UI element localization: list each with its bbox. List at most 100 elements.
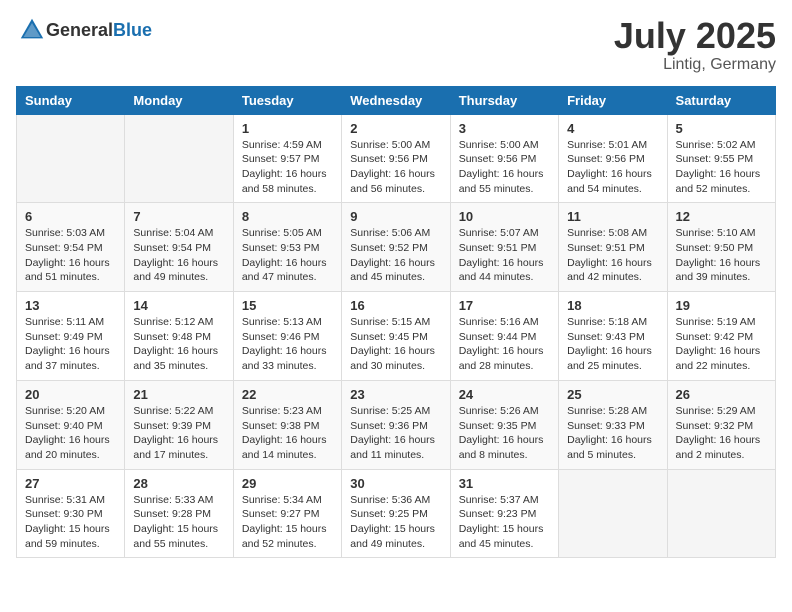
calendar-week-2: 6 Sunrise: 5:03 AM Sunset: 9:54 PM Daylig… <box>17 203 776 292</box>
calendar-cell: 5 Sunrise: 5:02 AM Sunset: 9:55 PM Daylig… <box>667 114 775 203</box>
day-number: 27 <box>25 476 116 491</box>
logo-general-text: General <box>46 20 113 40</box>
day-info: Sunrise: 5:07 AM Sunset: 9:51 PM Dayligh… <box>459 226 550 285</box>
day-number: 15 <box>242 298 333 313</box>
calendar-cell: 17 Sunrise: 5:16 AM Sunset: 9:44 PM Dayli… <box>450 292 558 381</box>
day-info: Sunrise: 5:00 AM Sunset: 9:56 PM Dayligh… <box>459 138 550 197</box>
day-number: 21 <box>133 387 224 402</box>
day-number: 14 <box>133 298 224 313</box>
weekday-header-wednesday: Wednesday <box>342 86 450 114</box>
calendar-cell: 6 Sunrise: 5:03 AM Sunset: 9:54 PM Daylig… <box>17 203 125 292</box>
title-area: July 2025 Lintig, Germany <box>614 16 776 74</box>
calendar-week-4: 20Sunrise: 5:20 AM Sunset: 9:40 PM Dayli… <box>17 380 776 469</box>
day-number: 10 <box>459 209 550 224</box>
day-info: Sunrise: 5:29 AM Sunset: 9:32 PM Dayligh… <box>676 404 767 463</box>
calendar-cell: 27 Sunrise: 5:31 AM Sunset: 9:30 PM Dayli… <box>17 469 125 558</box>
day-info: Sunrise: 5:00 AM Sunset: 9:56 PM Dayligh… <box>350 138 441 197</box>
day-info: Sunrise: 5:19 AM Sunset: 9:42 PM Dayligh… <box>676 315 767 374</box>
calendar-cell: 7Sunrise: 5:04 AM Sunset: 9:54 PM Daylig… <box>125 203 233 292</box>
logo-blue-text: Blue <box>113 20 152 40</box>
weekday-header-sunday: Sunday <box>17 86 125 114</box>
day-info: Sunrise: 5:15 AM Sunset: 9:45 PM Dayligh… <box>350 315 441 374</box>
day-info: Sunrise: 5:04 AM Sunset: 9:54 PM Dayligh… <box>133 226 224 285</box>
day-info: Sunrise: 5:28 AM Sunset: 9:33 PM Dayligh… <box>567 404 658 463</box>
calendar-cell: 2 Sunrise: 5:00 AM Sunset: 9:56 PM Daylig… <box>342 114 450 203</box>
day-info: Sunrise: 5:36 AM Sunset: 9:25 PM Dayligh… <box>350 493 441 552</box>
day-info: Sunrise: 5:08 AM Sunset: 9:51 PM Dayligh… <box>567 226 658 285</box>
weekday-header-monday: Monday <box>125 86 233 114</box>
calendar-week-5: 27 Sunrise: 5:31 AM Sunset: 9:30 PM Dayli… <box>17 469 776 558</box>
calendar-cell: 1 Sunrise: 4:59 AM Sunset: 9:57 PM Daylig… <box>233 114 341 203</box>
day-info: Sunrise: 5:25 AM Sunset: 9:36 PM Dayligh… <box>350 404 441 463</box>
day-number: 31 <box>459 476 550 491</box>
calendar-cell: 29Sunrise: 5:34 AM Sunset: 9:27 PM Dayli… <box>233 469 341 558</box>
calendar-cell: 22 Sunrise: 5:23 AM Sunset: 9:38 PM Dayli… <box>233 380 341 469</box>
calendar-cell: 16 Sunrise: 5:15 AM Sunset: 9:45 PM Dayli… <box>342 292 450 381</box>
calendar-cell: 9 Sunrise: 5:06 AM Sunset: 9:52 PM Daylig… <box>342 203 450 292</box>
day-info: Sunrise: 5:23 AM Sunset: 9:38 PM Dayligh… <box>242 404 333 463</box>
calendar-week-3: 13Sunrise: 5:11 AM Sunset: 9:49 PM Dayli… <box>17 292 776 381</box>
day-info: Sunrise: 4:59 AM Sunset: 9:57 PM Dayligh… <box>242 138 333 197</box>
day-info: Sunrise: 5:31 AM Sunset: 9:30 PM Dayligh… <box>25 493 116 552</box>
day-number: 4 <box>567 121 658 136</box>
day-info: Sunrise: 5:02 AM Sunset: 9:55 PM Dayligh… <box>676 138 767 197</box>
day-number: 23 <box>350 387 441 402</box>
day-info: Sunrise: 5:13 AM Sunset: 9:46 PM Dayligh… <box>242 315 333 374</box>
calendar-cell: 13Sunrise: 5:11 AM Sunset: 9:49 PM Dayli… <box>17 292 125 381</box>
day-number: 28 <box>133 476 224 491</box>
day-number: 25 <box>567 387 658 402</box>
calendar-cell <box>17 114 125 203</box>
calendar-cell: 20Sunrise: 5:20 AM Sunset: 9:40 PM Dayli… <box>17 380 125 469</box>
day-info: Sunrise: 5:01 AM Sunset: 9:56 PM Dayligh… <box>567 138 658 197</box>
day-info: Sunrise: 5:10 AM Sunset: 9:50 PM Dayligh… <box>676 226 767 285</box>
logo-icon <box>18 16 46 44</box>
day-number: 3 <box>459 121 550 136</box>
day-info: Sunrise: 5:11 AM Sunset: 9:49 PM Dayligh… <box>25 315 116 374</box>
month-title: July 2025 <box>614 16 776 56</box>
day-info: Sunrise: 5:33 AM Sunset: 9:28 PM Dayligh… <box>133 493 224 552</box>
day-number: 22 <box>242 387 333 402</box>
calendar-cell: 3 Sunrise: 5:00 AM Sunset: 9:56 PM Daylig… <box>450 114 558 203</box>
day-number: 29 <box>242 476 333 491</box>
day-info: Sunrise: 5:16 AM Sunset: 9:44 PM Dayligh… <box>459 315 550 374</box>
calendar-week-1: 1 Sunrise: 4:59 AM Sunset: 9:57 PM Daylig… <box>17 114 776 203</box>
day-number: 19 <box>676 298 767 313</box>
day-info: Sunrise: 5:03 AM Sunset: 9:54 PM Dayligh… <box>25 226 116 285</box>
calendar-cell: 10 Sunrise: 5:07 AM Sunset: 9:51 PM Dayli… <box>450 203 558 292</box>
day-number: 2 <box>350 121 441 136</box>
calendar-cell: 8Sunrise: 5:05 AM Sunset: 9:53 PM Daylig… <box>233 203 341 292</box>
calendar-cell: 25 Sunrise: 5:28 AM Sunset: 9:33 PM Dayli… <box>559 380 667 469</box>
calendar-cell: 14Sunrise: 5:12 AM Sunset: 9:48 PM Dayli… <box>125 292 233 381</box>
location: Lintig, Germany <box>614 56 776 74</box>
day-info: Sunrise: 5:22 AM Sunset: 9:39 PM Dayligh… <box>133 404 224 463</box>
day-number: 17 <box>459 298 550 313</box>
day-number: 18 <box>567 298 658 313</box>
calendar-header-row: SundayMondayTuesdayWednesdayThursdayFrid… <box>17 86 776 114</box>
calendar-cell: 24Sunrise: 5:26 AM Sunset: 9:35 PM Dayli… <box>450 380 558 469</box>
calendar-cell: 26 Sunrise: 5:29 AM Sunset: 9:32 PM Dayli… <box>667 380 775 469</box>
calendar-cell: 11 Sunrise: 5:08 AM Sunset: 9:51 PM Dayli… <box>559 203 667 292</box>
day-number: 26 <box>676 387 767 402</box>
day-number: 12 <box>676 209 767 224</box>
calendar-cell: 31Sunrise: 5:37 AM Sunset: 9:23 PM Dayli… <box>450 469 558 558</box>
day-info: Sunrise: 5:06 AM Sunset: 9:52 PM Dayligh… <box>350 226 441 285</box>
day-number: 11 <box>567 209 658 224</box>
day-number: 1 <box>242 121 333 136</box>
calendar-cell: 30Sunrise: 5:36 AM Sunset: 9:25 PM Dayli… <box>342 469 450 558</box>
calendar-cell: 23 Sunrise: 5:25 AM Sunset: 9:36 PM Dayli… <box>342 380 450 469</box>
day-number: 8 <box>242 209 333 224</box>
weekday-header-tuesday: Tuesday <box>233 86 341 114</box>
calendar-cell: 21 Sunrise: 5:22 AM Sunset: 9:39 PM Dayli… <box>125 380 233 469</box>
day-number: 9 <box>350 209 441 224</box>
calendar-cell: 15 Sunrise: 5:13 AM Sunset: 9:46 PM Dayli… <box>233 292 341 381</box>
calendar-cell <box>125 114 233 203</box>
calendar-cell <box>667 469 775 558</box>
day-number: 6 <box>25 209 116 224</box>
logo: GeneralBlue <box>16 16 152 44</box>
day-info: Sunrise: 5:26 AM Sunset: 9:35 PM Dayligh… <box>459 404 550 463</box>
day-number: 16 <box>350 298 441 313</box>
day-number: 5 <box>676 121 767 136</box>
calendar-cell <box>559 469 667 558</box>
weekday-header-friday: Friday <box>559 86 667 114</box>
day-number: 20 <box>25 387 116 402</box>
